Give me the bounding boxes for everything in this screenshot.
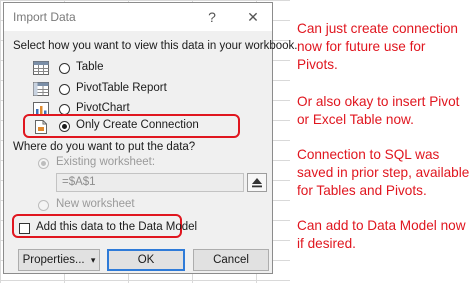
cancel-button[interactable]: Cancel — [193, 249, 269, 271]
collapse-range-icon — [252, 178, 262, 188]
note-line: saved in prior step, available — [297, 165, 470, 180]
note-line: Can just create connection — [297, 21, 458, 36]
note-insert-pivot: Or also okay to insert Pivot or Excel Ta… — [297, 93, 459, 129]
existing-worksheet-label[interactable]: Existing worksheet: — [56, 156, 155, 168]
location-prompt-label: Where do you want to put the data? — [13, 141, 196, 153]
pivot-table-option-label[interactable]: PivotTable Report — [76, 82, 167, 94]
note-create-connection: Can just create connection now for futur… — [297, 20, 458, 74]
help-button[interactable]: ? — [201, 6, 223, 28]
pivot-table-radio[interactable] — [59, 84, 70, 95]
only-create-connection-label[interactable]: Only Create Connection — [76, 119, 199, 131]
only-create-connection-radio[interactable] — [59, 121, 70, 132]
note-line: for Tables and Pivots. — [297, 183, 427, 198]
radio-selected-dot — [41, 161, 46, 166]
dropdown-arrow-icon: ▾ — [90, 255, 96, 265]
ok-button[interactable]: OK — [107, 249, 185, 271]
pivot-chart-option-label[interactable]: PivotChart — [76, 102, 130, 114]
table-option-label[interactable]: Table — [76, 61, 104, 73]
cell-reference-input[interactable]: =$A$1 — [56, 173, 244, 192]
import-data-dialog: Import Data ? ✕ Select how you want to v… — [3, 2, 297, 274]
new-worksheet-label[interactable]: New worksheet — [56, 198, 135, 210]
view-prompt-label: Select how you want to view this data in… — [13, 40, 298, 52]
connection-icon — [35, 120, 47, 134]
pivot-table-icon — [33, 82, 49, 96]
add-to-data-model-checkbox[interactable] — [19, 223, 30, 234]
dialog-titlebar: Import Data ? ✕ — [4, 3, 272, 31]
close-button[interactable]: ✕ — [242, 6, 264, 28]
note-data-model: Can add to Data Model now if desired. — [297, 217, 466, 253]
note-line: if desired. — [297, 236, 356, 251]
table-icon — [33, 61, 49, 75]
radio-selected-dot — [62, 124, 67, 129]
note-sql-connection: Connection to SQL was saved in prior ste… — [297, 146, 469, 200]
note-line: Can add to Data Model now — [297, 218, 466, 233]
note-line: now for future use for — [297, 39, 426, 54]
note-line: or Excel Table now. — [297, 112, 414, 127]
range-picker-button[interactable] — [247, 173, 267, 192]
note-line: Connection to SQL was — [297, 147, 440, 162]
properties-button-label: Properties... — [22, 254, 85, 266]
properties-button[interactable]: Properties... ▾ — [18, 249, 100, 271]
note-line: Pivots. — [297, 57, 338, 72]
new-worksheet-radio[interactable] — [38, 200, 49, 211]
table-radio[interactable] — [59, 63, 70, 74]
dialog-title: Import Data — [13, 10, 76, 24]
existing-worksheet-radio[interactable] — [38, 158, 49, 169]
add-to-data-model-label[interactable]: Add this data to the Data Model — [36, 221, 197, 233]
note-line: Or also okay to insert Pivot — [297, 94, 460, 109]
